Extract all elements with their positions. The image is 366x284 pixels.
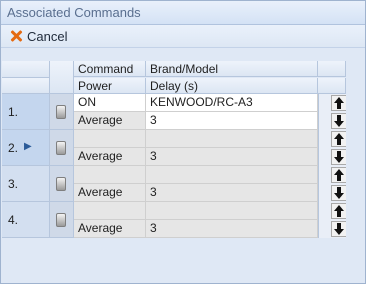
- toggle-column-header: [50, 61, 74, 94]
- cancel-button[interactable]: Cancel: [5, 27, 71, 45]
- arrow-down-icon[interactable]: [331, 113, 346, 129]
- row-toggle[interactable]: [50, 202, 74, 238]
- brand-model-cell[interactable]: [146, 130, 318, 148]
- toggle-icon: [56, 105, 66, 119]
- command-cell[interactable]: [74, 130, 146, 148]
- command-cell[interactable]: [74, 202, 146, 220]
- row-pointer-icon: ▶: [24, 141, 32, 152]
- toggle-icon: [56, 213, 66, 227]
- column-header-delay: Delay (s): [146, 78, 318, 94]
- brand-model-cell[interactable]: [146, 202, 318, 220]
- row-header-4[interactable]: 4.: [2, 202, 50, 238]
- power-cell[interactable]: Average: [74, 184, 146, 202]
- column-header-blank-2: [318, 78, 346, 94]
- arrow-down-icon[interactable]: [331, 149, 346, 165]
- arrow-down-icon[interactable]: [331, 185, 346, 201]
- toggle-icon: [56, 177, 66, 191]
- arrow-up-icon[interactable]: [331, 167, 346, 183]
- close-icon: [9, 29, 23, 43]
- cancel-label: Cancel: [27, 28, 68, 44]
- power-cell[interactable]: Average: [74, 148, 146, 166]
- row-header-3[interactable]: 3.: [2, 166, 50, 202]
- brand-model-cell[interactable]: [146, 166, 318, 184]
- row-move-controls: [318, 130, 346, 166]
- arrow-up-icon[interactable]: [331, 203, 346, 219]
- row-move-controls: [318, 202, 346, 238]
- row-number: 4.: [8, 213, 19, 227]
- row-number: 2.: [8, 141, 19, 155]
- column-header-power: Power: [74, 78, 146, 94]
- brand-model-cell[interactable]: KENWOOD/RC-A3: [146, 94, 318, 112]
- column-header-blank: [318, 61, 346, 77]
- row-toggle[interactable]: [50, 166, 74, 202]
- row-header-2[interactable]: 2. ▶: [2, 130, 50, 166]
- arrow-down-icon[interactable]: [331, 221, 346, 237]
- delay-cell[interactable]: 3: [146, 148, 318, 166]
- arrow-up-icon[interactable]: [331, 95, 346, 111]
- row-toggle[interactable]: [50, 130, 74, 166]
- corner-header: [2, 61, 50, 78]
- row-number: 1.: [8, 105, 19, 119]
- delay-cell[interactable]: 3: [146, 112, 318, 130]
- row-move-controls: [318, 166, 346, 202]
- associated-commands-window: Associated Commands Cancel Command Brand…: [0, 0, 366, 284]
- column-header-command: Command: [74, 61, 146, 77]
- row-number: 3.: [8, 177, 19, 191]
- row-move-controls: [318, 94, 346, 130]
- power-cell[interactable]: Average: [74, 112, 146, 130]
- row-header-1[interactable]: 1.: [2, 94, 50, 130]
- arrow-up-icon[interactable]: [331, 131, 346, 147]
- delay-cell[interactable]: 3: [146, 220, 318, 238]
- command-cell[interactable]: [74, 166, 146, 184]
- toolbar: Cancel: [1, 25, 365, 48]
- command-cell[interactable]: ON: [74, 94, 146, 112]
- row-toggle[interactable]: [50, 94, 74, 130]
- power-cell[interactable]: Average: [74, 220, 146, 238]
- window-title: Associated Commands: [7, 5, 141, 20]
- corner-header-2: [2, 78, 50, 94]
- title-bar: Associated Commands: [1, 1, 365, 25]
- column-header-brand-model: Brand/Model: [146, 61, 318, 77]
- toggle-icon: [56, 141, 66, 155]
- delay-cell[interactable]: 3: [146, 184, 318, 202]
